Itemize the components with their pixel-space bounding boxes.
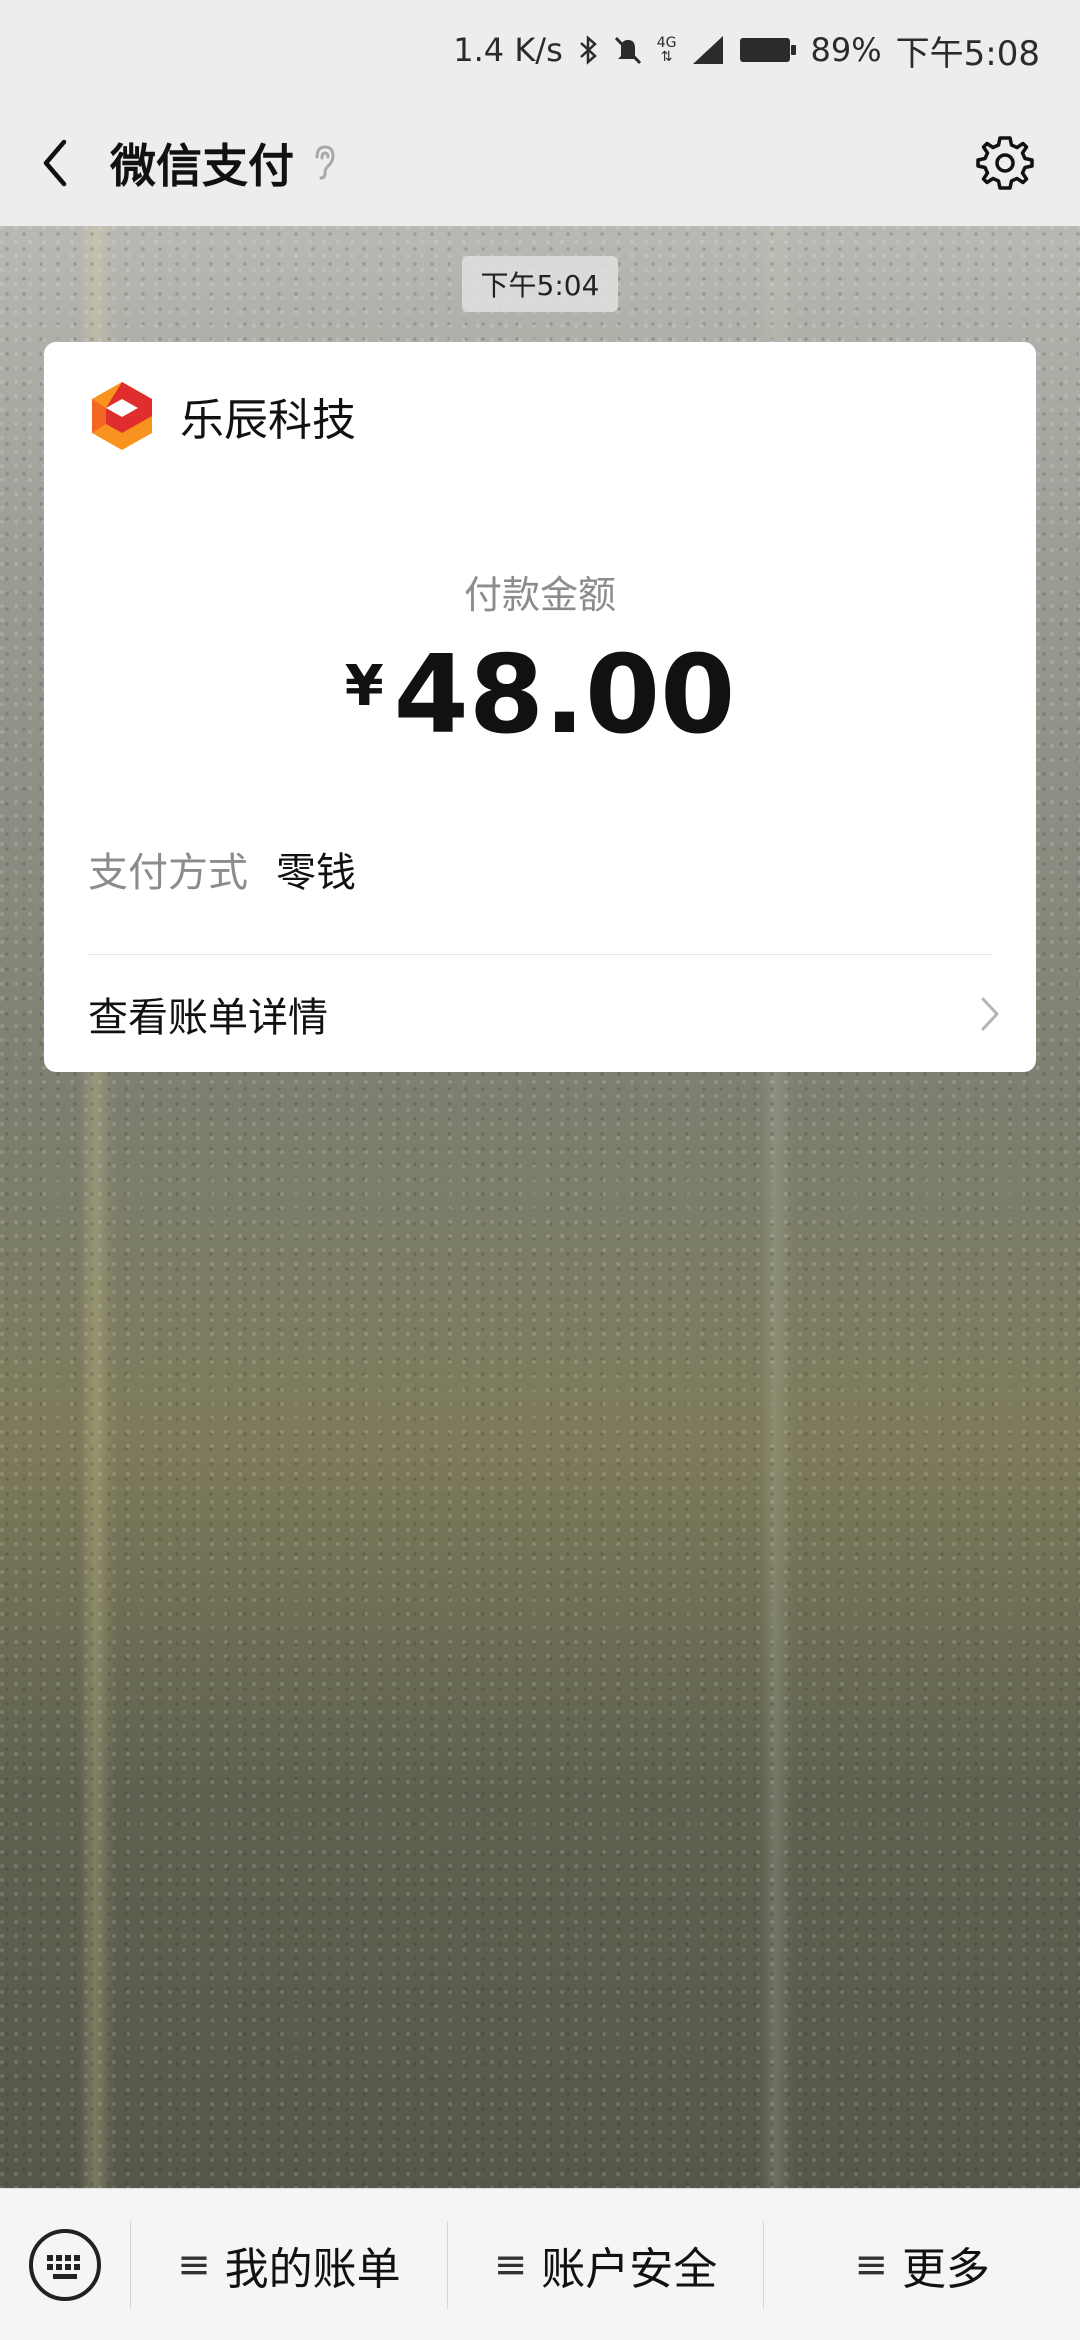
currency-symbol: ¥ bbox=[344, 654, 384, 719]
menu-my-bills-label: 我的账单 bbox=[224, 2243, 401, 2295]
menu-list-icon: ≡ bbox=[177, 2241, 211, 2288]
network-4g-icon: 4G ⇅ bbox=[657, 36, 677, 64]
bottom-menu-bar: ≡ 我的账单 ≡ 账户安全 ≡ 更多 bbox=[0, 2188, 1080, 2340]
back-button[interactable] bbox=[0, 100, 110, 226]
message-timestamp: 下午5:04 bbox=[462, 256, 618, 312]
status-bar: 1.4 K/s 4G ⇅ 89% 下午5:08 bbox=[0, 0, 1080, 100]
menu-account-security[interactable]: ≡ 账户安全 bbox=[448, 2189, 764, 2340]
network-type: 4G bbox=[656, 35, 677, 51]
bluetooth-icon bbox=[577, 34, 599, 66]
screen: 1.4 K/s 4G ⇅ 89% 下午5:08 微信支付 下午5:04 乐辰科技… bbox=[0, 0, 1080, 2340]
amount-value: 48.00 bbox=[393, 633, 736, 758]
gear-icon bbox=[976, 136, 1034, 190]
battery-percent: 89% bbox=[810, 31, 882, 69]
menu-list-icon: ≡ bbox=[854, 2241, 888, 2288]
data-arrows: ⇅ bbox=[660, 49, 673, 65]
amount: ¥ 48.00 bbox=[44, 642, 1036, 750]
net-speed: 1.4 K/s bbox=[453, 31, 563, 69]
signal-icon bbox=[691, 34, 725, 66]
menu-list-icon: ≡ bbox=[493, 2241, 528, 2288]
keyboard-icon bbox=[29, 2228, 101, 2301]
payment-method-label: 支付方式 bbox=[88, 850, 248, 896]
chevron-right-icon bbox=[981, 997, 999, 1030]
merchant-row[interactable]: 乐辰科技 bbox=[84, 376, 356, 456]
keyboard-toggle-button[interactable] bbox=[0, 2189, 130, 2340]
view-bill-detail-link[interactable]: 查看账单详情 bbox=[44, 955, 1036, 1072]
back-icon bbox=[43, 139, 67, 187]
menu-more[interactable]: ≡ 更多 bbox=[764, 2189, 1080, 2340]
battery-icon bbox=[739, 35, 797, 65]
mute-icon bbox=[613, 34, 643, 66]
page-title: 微信支付 bbox=[110, 139, 294, 193]
view-bill-detail-label: 查看账单详情 bbox=[88, 994, 328, 1041]
title-bar: 微信支付 bbox=[0, 100, 1080, 226]
menu-more-label: 更多 bbox=[901, 2243, 990, 2295]
merchant-name: 乐辰科技 bbox=[180, 395, 356, 446]
menu-account-security-label: 账户安全 bbox=[541, 2243, 718, 2295]
payment-method-row: 支付方式 零钱 bbox=[88, 840, 356, 898]
clock: 下午5:08 bbox=[895, 33, 1040, 74]
ear-icon[interactable] bbox=[312, 143, 338, 183]
menu-my-bills[interactable]: ≡ 我的账单 bbox=[131, 2189, 447, 2340]
merchant-logo bbox=[84, 378, 160, 454]
settings-button[interactable] bbox=[960, 118, 1050, 208]
amount-label: 付款金额 bbox=[463, 573, 616, 617]
payment-card[interactable]: 乐辰科技 付款金额 ¥ 48.00 支付方式 零钱 查看账单详情 bbox=[44, 342, 1036, 1072]
payment-method-value: 零钱 bbox=[276, 850, 356, 896]
